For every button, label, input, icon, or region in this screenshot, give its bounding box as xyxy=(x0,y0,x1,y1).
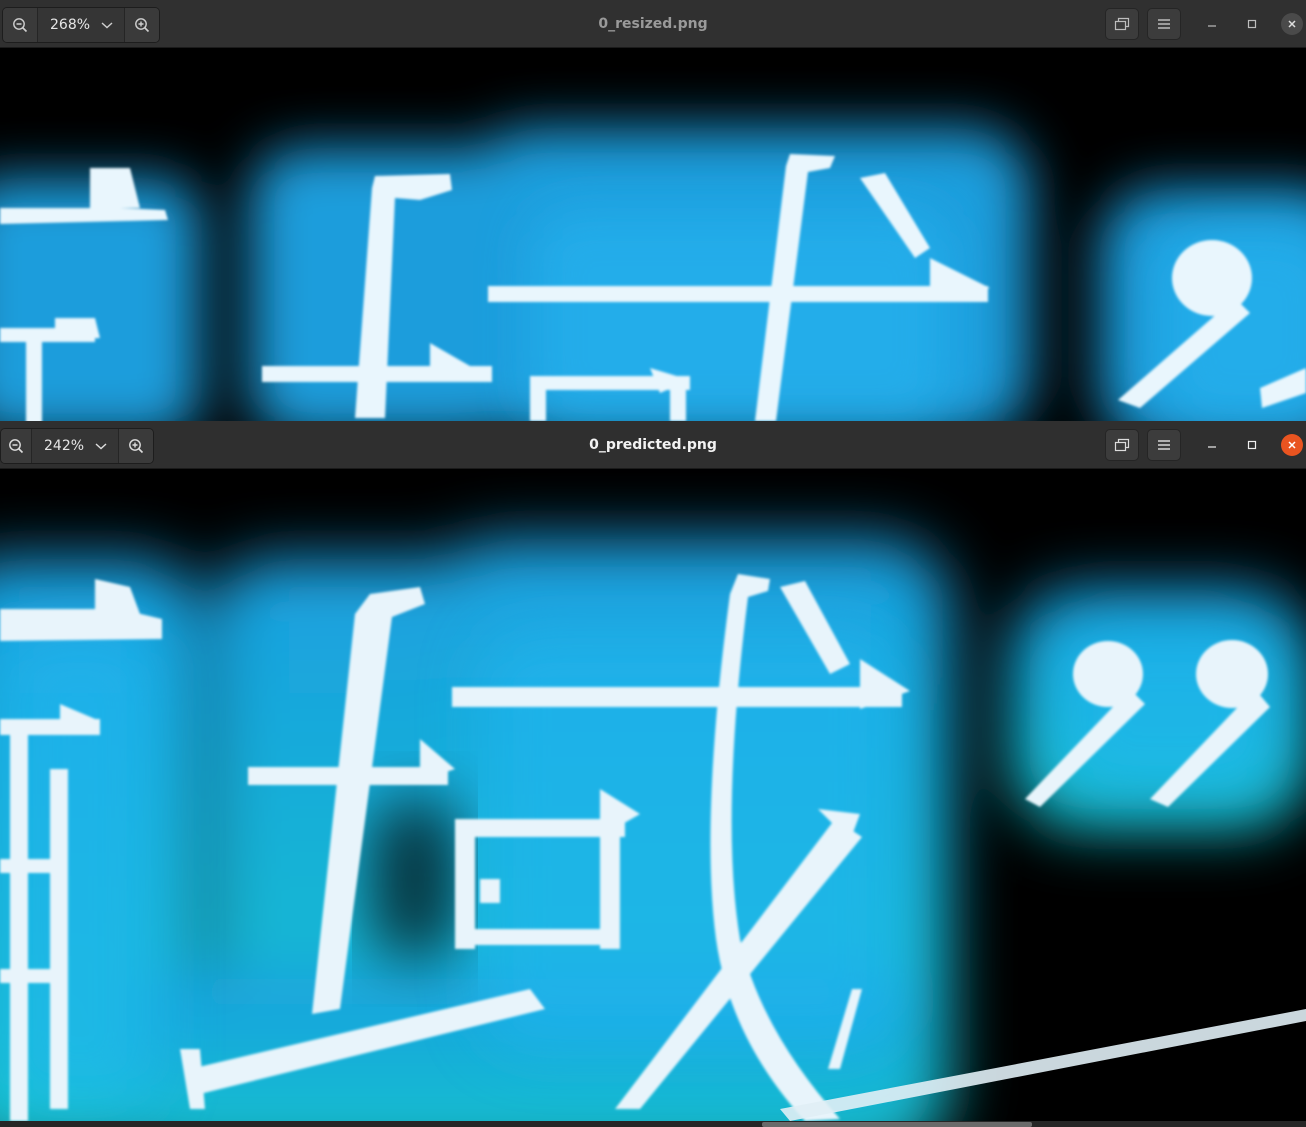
zoom-out-button[interactable] xyxy=(1,429,31,463)
image-canvas[interactable] xyxy=(0,469,1306,1121)
close-icon xyxy=(1288,441,1296,449)
zoom-out-button[interactable] xyxy=(3,8,37,42)
image-viewer-window-predicted: 242% 0_predicted.png xyxy=(0,421,1306,1121)
gallery-icon xyxy=(1114,17,1130,31)
zoom-in-icon xyxy=(129,439,144,454)
close-icon xyxy=(1288,20,1296,28)
zoom-controls: 242% xyxy=(0,428,154,464)
close-button[interactable] xyxy=(1281,13,1303,35)
displayed-image xyxy=(0,48,1306,421)
image-canvas[interactable] xyxy=(0,48,1306,421)
minimize-button[interactable] xyxy=(1201,13,1223,35)
window-titlebar[interactable]: 242% 0_predicted.png xyxy=(0,421,1306,469)
image-viewer-window-resized: 268% 0_resized.png xyxy=(0,0,1306,421)
displayed-image xyxy=(0,469,1306,1121)
window-titlebar[interactable]: 268% 0_resized.png xyxy=(0,0,1306,48)
zoom-level-value: 268% xyxy=(50,17,91,33)
hamburger-menu-icon xyxy=(1158,19,1170,29)
minimize-button[interactable] xyxy=(1201,434,1223,456)
gallery-view-button[interactable] xyxy=(1105,429,1139,461)
chevron-down-icon xyxy=(95,443,107,450)
zoom-level-dropdown[interactable]: 268% xyxy=(37,8,125,42)
chevron-down-icon xyxy=(101,22,113,29)
main-menu-button[interactable] xyxy=(1147,8,1181,40)
close-button[interactable] xyxy=(1281,434,1303,456)
minimize-icon xyxy=(1208,25,1216,27)
zoom-out-icon xyxy=(9,439,24,454)
maximize-button[interactable] xyxy=(1241,13,1263,35)
zoom-in-button[interactable] xyxy=(119,429,153,463)
gallery-icon xyxy=(1114,438,1130,452)
zoom-in-icon xyxy=(135,18,150,33)
minimize-icon xyxy=(1208,446,1216,448)
zoom-controls: 268% xyxy=(2,7,160,43)
hamburger-menu-icon xyxy=(1158,440,1170,450)
zoom-out-icon xyxy=(13,18,28,33)
zoom-in-button[interactable] xyxy=(125,8,159,42)
gallery-view-button[interactable] xyxy=(1105,8,1139,40)
maximize-icon xyxy=(1247,440,1257,450)
maximize-icon xyxy=(1247,19,1257,29)
zoom-level-value: 242% xyxy=(44,438,85,454)
zoom-level-dropdown[interactable]: 242% xyxy=(31,429,119,463)
maximize-button[interactable] xyxy=(1241,434,1263,456)
bottom-scrollbar-track xyxy=(0,1121,1306,1127)
main-menu-button[interactable] xyxy=(1147,429,1181,461)
horizontal-scrollbar-thumb[interactable] xyxy=(762,1122,1032,1127)
